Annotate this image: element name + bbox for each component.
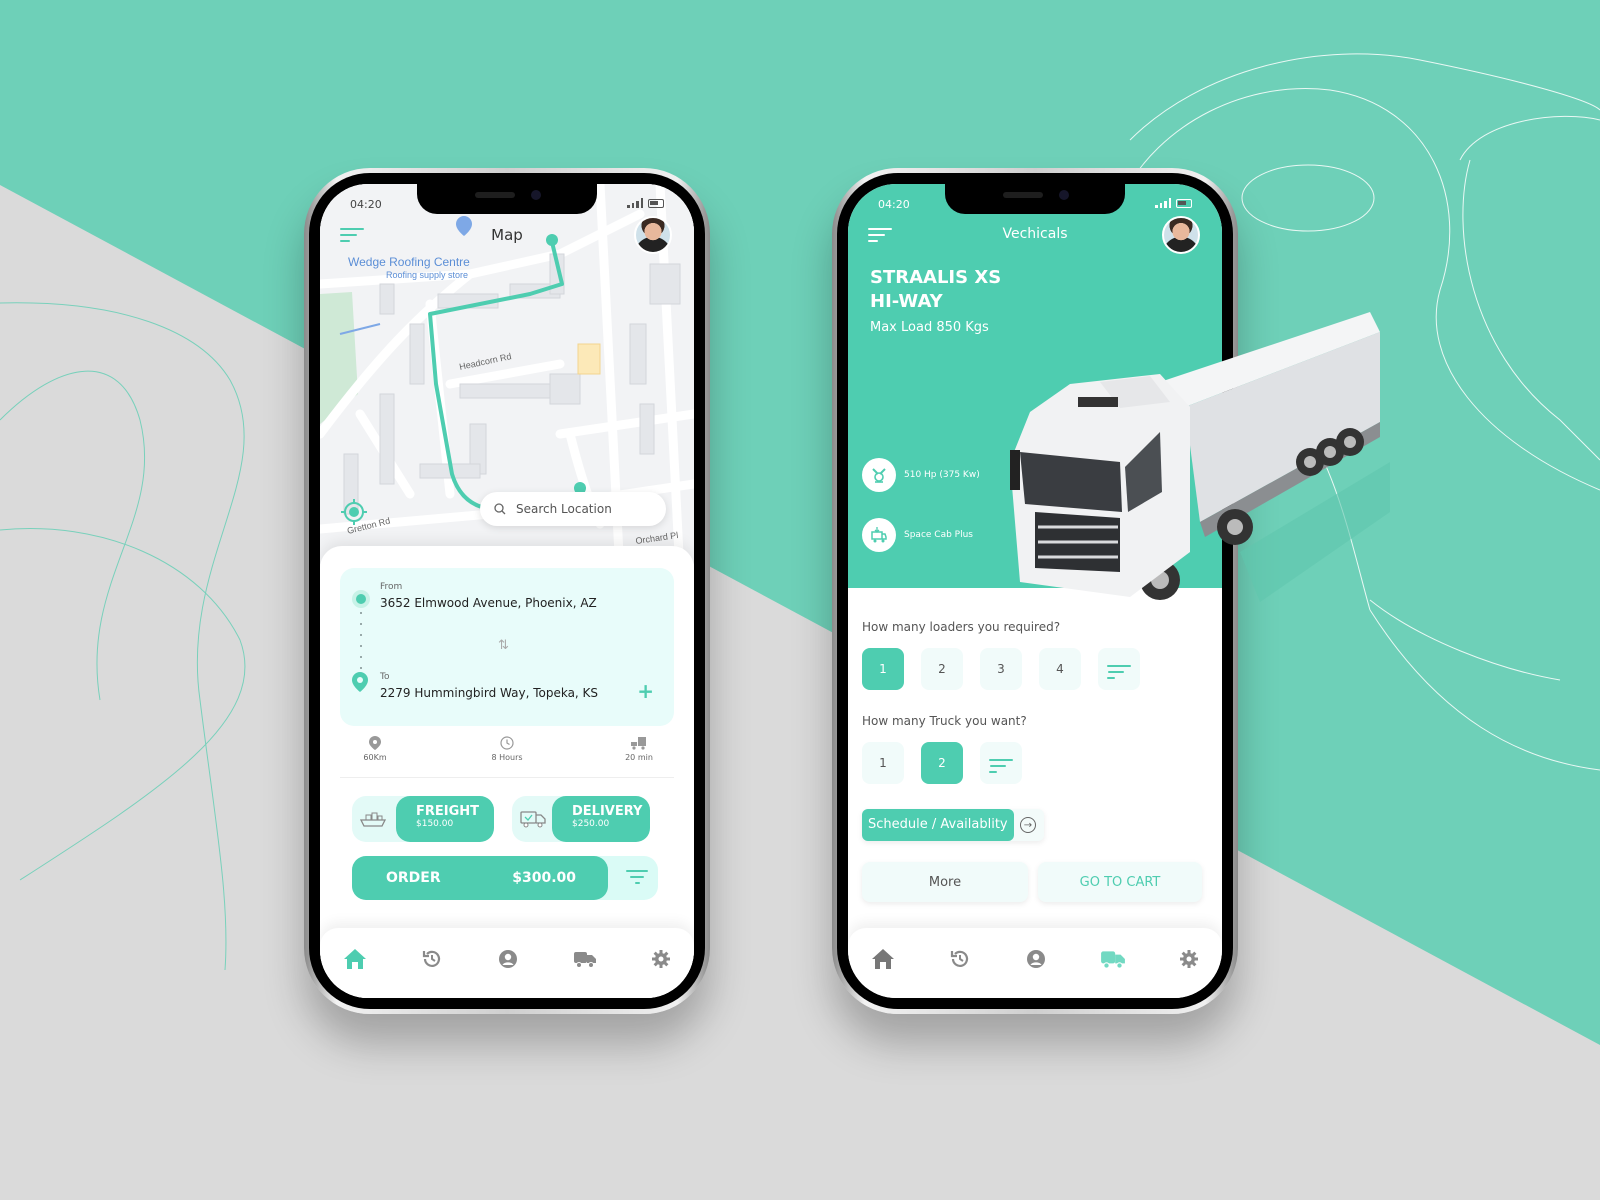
- tab-bar: [848, 928, 1222, 998]
- from-address[interactable]: 3652 Elmwood Avenue, Phoenix, AZ: [380, 596, 597, 610]
- avatar[interactable]: [1162, 216, 1200, 254]
- settings-icon: [652, 950, 670, 968]
- stat-distance: 60Km: [340, 736, 410, 777]
- truck-illustration: [1010, 312, 1390, 602]
- schedule-availability-button[interactable]: Schedule / Availablity →: [862, 809, 1044, 841]
- tab-history[interactable]: [419, 946, 445, 972]
- delivery-title: DELIVERY: [572, 804, 643, 819]
- tab-profile[interactable]: [495, 946, 521, 972]
- status-icons: [627, 198, 664, 208]
- more-button[interactable]: More: [862, 862, 1028, 902]
- notch: [945, 184, 1125, 214]
- tab-home[interactable]: [870, 946, 896, 972]
- destination-pin-icon: [352, 672, 368, 692]
- delivery-truck-icon: [520, 811, 546, 828]
- loader-option-1[interactable]: 1: [862, 648, 904, 690]
- to-label: To: [380, 672, 390, 682]
- history-icon: [422, 950, 440, 967]
- loaders-question: How many loaders you required?: [862, 620, 1061, 634]
- signal-icon: [627, 198, 643, 208]
- route-dots: [360, 612, 362, 672]
- history-icon: [950, 950, 968, 967]
- cab-icon: [871, 527, 887, 543]
- home-icon: [344, 949, 366, 969]
- status-time: 04:20: [350, 198, 382, 211]
- truck-option-2[interactable]: 2: [921, 742, 963, 784]
- settings-icon: [1180, 950, 1198, 968]
- order-total: $300.00: [512, 870, 576, 886]
- engine-icon: [872, 468, 886, 483]
- feature-engine: 510 Hp (375 Kw): [862, 458, 980, 492]
- home-icon: [872, 949, 894, 969]
- freight-title: FREIGHT: [416, 804, 480, 819]
- order-button[interactable]: ORDER $300.00: [352, 856, 608, 900]
- loader-option-3[interactable]: 3: [980, 648, 1022, 690]
- clock-icon: [500, 736, 514, 750]
- trucks-options: 1 2: [862, 742, 1022, 784]
- battery-icon: [648, 199, 664, 208]
- user-icon: [499, 950, 517, 968]
- trip-stats: 60Km 8 Hours 20 min: [340, 736, 674, 778]
- stat-loading-time: 20 min: [604, 736, 674, 777]
- trucks-filter-icon[interactable]: [980, 742, 1022, 784]
- tab-bar: [320, 928, 694, 998]
- truck-option-1[interactable]: 1: [862, 742, 904, 784]
- poi-name: Wedge Roofing Centre: [348, 255, 470, 269]
- truck-icon: [1100, 951, 1125, 969]
- search-icon: [494, 503, 506, 515]
- phone-map: Wedge Roofing Centre Roofing supply stor…: [304, 168, 710, 1014]
- order-bar: ORDER $300.00: [352, 856, 658, 900]
- tab-history[interactable]: [947, 946, 973, 972]
- tab-vehicles[interactable]: [1100, 946, 1126, 972]
- arrow-right-icon: →: [1020, 817, 1036, 833]
- swap-icon[interactable]: ⇅: [498, 638, 509, 653]
- search-location-input[interactable]: Search Location: [480, 492, 666, 526]
- tab-settings[interactable]: [1176, 946, 1202, 972]
- poi-type: Roofing supply store: [386, 270, 468, 280]
- notch: [417, 184, 597, 214]
- filter-icon[interactable]: [626, 870, 648, 888]
- route-card: From 3652 Elmwood Avenue, Phoenix, AZ ⇅ …: [340, 568, 674, 726]
- vehicle-name: STRAALIS XS HI-WAY: [870, 267, 1002, 312]
- freight-price: $150.00: [416, 819, 454, 829]
- status-time: 04:20: [878, 198, 910, 211]
- tab-profile[interactable]: [1023, 946, 1049, 972]
- loader-option-2[interactable]: 2: [921, 648, 963, 690]
- go-to-cart-button[interactable]: GO TO CART: [1038, 862, 1202, 902]
- feature-cab: Space Cab Plus: [862, 518, 973, 552]
- loader-option-4[interactable]: 4: [1039, 648, 1081, 690]
- vehicle-max-load: Max Load 850 Kgs: [870, 320, 989, 335]
- tab-home[interactable]: [342, 946, 368, 972]
- delivery-price: $250.00: [572, 819, 610, 829]
- avatar[interactable]: [634, 216, 672, 254]
- cargo-ship-icon: [360, 812, 386, 827]
- user-icon: [1027, 950, 1045, 968]
- origin-dot-icon: [356, 594, 366, 604]
- battery-icon: [1176, 199, 1192, 208]
- stat-duration: 8 Hours: [472, 736, 542, 777]
- truck-icon: [573, 952, 596, 968]
- to-address[interactable]: 2279 Hummingbird Way, Topeka, KS: [380, 686, 598, 700]
- add-stop-button[interactable]: +: [637, 679, 654, 703]
- map-screen: Wedge Roofing Centre Roofing supply stor…: [320, 184, 694, 998]
- from-label: From: [380, 582, 403, 592]
- signal-icon: [1155, 198, 1171, 208]
- tab-settings[interactable]: [648, 946, 674, 972]
- loaders-options: 1 2 3 4: [862, 648, 1140, 690]
- delivery-option[interactable]: DELIVERY $250.00: [512, 796, 650, 842]
- location-pin-icon: [369, 736, 381, 750]
- forklift-icon: [631, 737, 646, 750]
- trucks-question: How many Truck you want?: [862, 714, 1027, 728]
- freight-option[interactable]: FREIGHT $150.00: [352, 796, 494, 842]
- tab-vehicles[interactable]: [572, 946, 598, 972]
- status-icons: [1155, 198, 1192, 208]
- loaders-filter-icon[interactable]: [1098, 648, 1140, 690]
- search-placeholder: Search Location: [516, 502, 612, 516]
- order-label: ORDER: [386, 870, 441, 886]
